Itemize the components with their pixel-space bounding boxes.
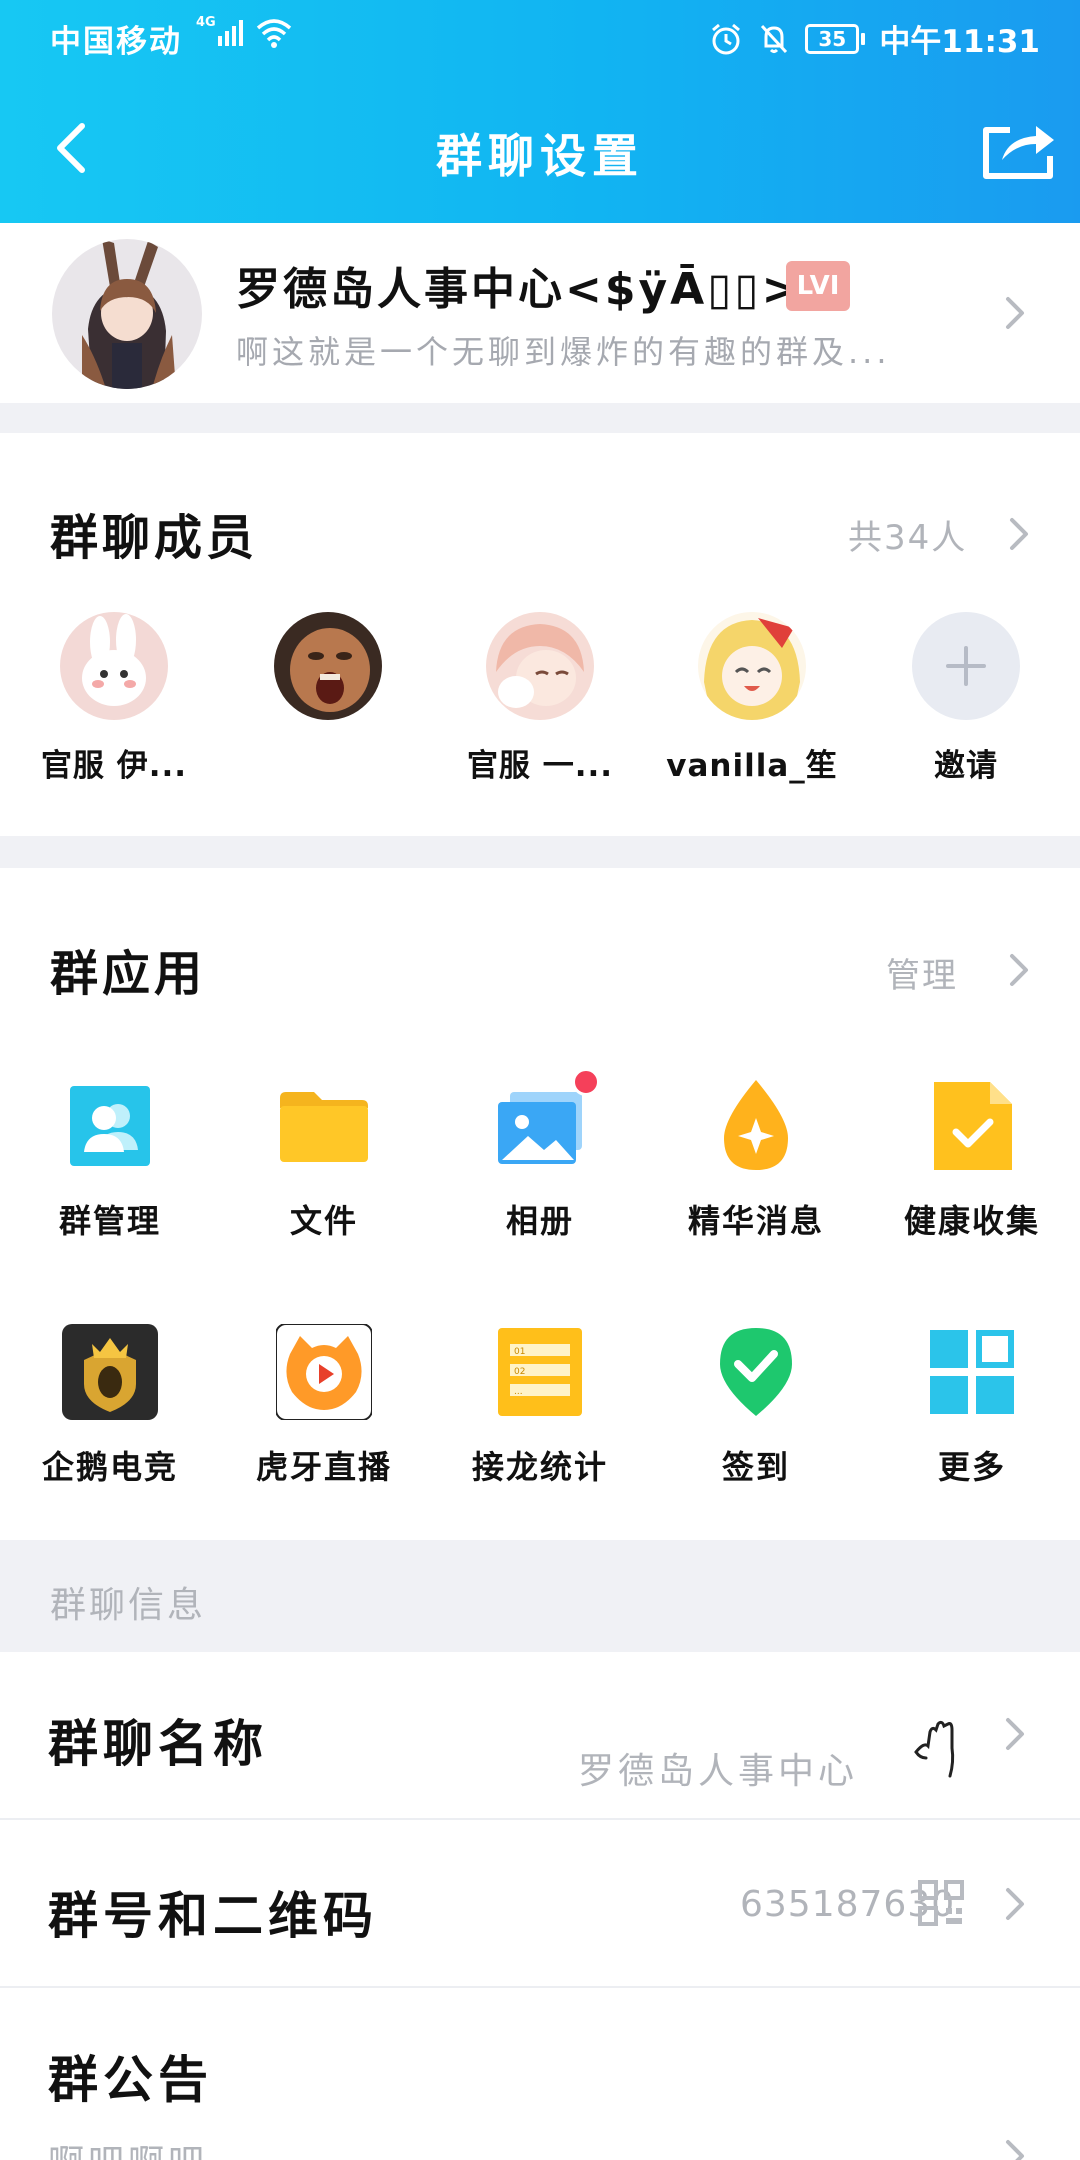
app-relay-stats[interactable]: 01 02 ... 接龙统计	[440, 1324, 640, 1488]
group-avatar[interactable]	[52, 239, 202, 389]
group-profile-card[interactable]: 罗德岛人事中心<$ÿĀ▯▯> LVI 啊这就是一个无聊到爆炸的有趣的群及...	[0, 223, 1080, 403]
chevron-right-icon[interactable]	[1004, 1886, 1026, 1922]
member-avatar[interactable]	[486, 612, 594, 720]
app-album[interactable]: 相册	[440, 1068, 640, 1242]
chevron-right-icon[interactable]	[1004, 1716, 1026, 1752]
relay-stats-icon: 01 02 ...	[492, 1324, 588, 1420]
app-label: 虎牙直播	[255, 1448, 392, 1486]
status-right: 35 中午11:31	[709, 16, 1040, 61]
app-label: 精华消息	[687, 1202, 824, 1240]
app-label: 企鹅电竞	[41, 1448, 178, 1486]
esports-icon	[62, 1324, 158, 1420]
plus-icon	[946, 646, 986, 686]
app-checkin[interactable]: 签到	[656, 1324, 856, 1488]
notification-dot	[572, 1068, 600, 1096]
info-section-title: 群聊信息	[50, 1585, 207, 1626]
member-item[interactable]: 官服 一...	[440, 612, 640, 785]
level-badge: LVI	[786, 261, 850, 311]
status-bar: 中国移动 4G 35 中午11:31	[0, 0, 1080, 72]
group-notice-row[interactable]: 群公告 啊吧啊吧	[0, 1988, 1080, 2160]
app-label: 更多	[937, 1448, 1006, 1486]
group-number-row[interactable]: 群号和二维码 635187630	[0, 1820, 1080, 1988]
chevron-right-icon[interactable]	[1008, 516, 1030, 552]
checkin-icon	[708, 1324, 804, 1420]
divider	[0, 836, 1080, 868]
app-group-manage[interactable]: 群管理	[10, 1078, 210, 1242]
share-icon[interactable]	[980, 116, 1058, 182]
invite-item[interactable]: 邀请	[866, 612, 1066, 785]
group-name: 罗德岛人事中心<$ÿĀ▯▯>	[236, 264, 802, 315]
member-name: 官服 伊...	[40, 748, 188, 784]
nav-bar: 群聊设置	[0, 100, 1080, 200]
mute-bell-icon	[761, 24, 788, 53]
row-label: 群聊名称	[48, 1715, 268, 1773]
app-label: 健康收集	[903, 1202, 1040, 1240]
battery-level: 35	[805, 23, 860, 54]
member-item[interactable]: vanilla_笙	[652, 612, 852, 785]
svg-text:02: 02	[514, 1367, 525, 1377]
essence-drop-icon	[708, 1078, 804, 1174]
network-type: 4G	[196, 15, 216, 30]
app-huya[interactable]: 虎牙直播	[224, 1323, 424, 1488]
member-item[interactable]	[228, 612, 428, 740]
member-name: 官服 一...	[466, 748, 614, 784]
photo-album-icon	[492, 1068, 600, 1174]
app-label: 相册	[505, 1202, 574, 1240]
divider	[0, 403, 1080, 433]
member-name: vanilla_笙	[666, 748, 838, 784]
chevron-right-icon[interactable]	[1004, 295, 1026, 331]
row-value: 罗德岛人事中心	[578, 1751, 859, 1792]
member-avatar[interactable]	[698, 612, 806, 720]
apps-title: 群应用	[50, 946, 207, 1002]
app-label: 群管理	[58, 1202, 161, 1240]
chevron-right-icon[interactable]	[1004, 2138, 1026, 2160]
group-manage-icon	[62, 1078, 158, 1174]
hand-sticker-icon	[914, 1720, 955, 1778]
alarm-icon	[712, 23, 741, 54]
invite-label: 邀请	[934, 748, 998, 784]
app-label: 接龙统计	[471, 1448, 608, 1486]
app-label: 文件	[289, 1202, 358, 1240]
member-avatar[interactable]	[60, 612, 168, 720]
member-avatar[interactable]	[274, 612, 382, 720]
app-more[interactable]: 更多	[872, 1324, 1072, 1488]
folder-icon	[276, 1078, 372, 1174]
member-item[interactable]: 官服 伊...	[14, 612, 214, 785]
manage-link[interactable]: 管理	[886, 948, 958, 997]
app-essence[interactable]: 精华消息	[656, 1078, 856, 1242]
info-section-header: 群聊信息	[0, 1540, 1080, 1652]
huya-icon	[275, 1323, 373, 1421]
health-doc-icon	[924, 1078, 1020, 1174]
notice-preview: 啊吧啊吧	[48, 2134, 208, 2160]
svg-text:...: ...	[514, 1387, 523, 1397]
app-header: 中国移动 4G 35 中午11:31 群聊设置	[0, 0, 1080, 223]
members-title: 群聊成员	[50, 510, 259, 566]
app-health[interactable]: 健康收集	[872, 1078, 1072, 1242]
group-name-row[interactable]: 群聊名称 罗德岛人事中心	[0, 1652, 1080, 1820]
more-grid-icon	[924, 1324, 1020, 1420]
row-label: 群号和二维码	[48, 1887, 378, 1945]
group-description: 啊这就是一个无聊到爆炸的有趣的群及...	[236, 333, 891, 371]
battery-icon: 35	[805, 23, 866, 54]
add-member-button[interactable]	[912, 612, 1020, 720]
member-count[interactable]: 共34人	[848, 510, 967, 559]
page-title: 群聊设置	[436, 129, 644, 183]
app-label: 签到	[721, 1448, 790, 1486]
svg-text:01: 01	[514, 1347, 525, 1357]
carrier-label: 中国移动	[50, 24, 182, 60]
clock: 中午11:31	[879, 24, 1040, 60]
signal-wifi-icon: 4G	[196, 12, 306, 62]
app-esports[interactable]: 企鹅电竞	[10, 1324, 210, 1488]
app-files[interactable]: 文件	[224, 1078, 424, 1242]
row-label: 群公告	[48, 2051, 213, 2109]
qr-code-icon[interactable]	[918, 1880, 964, 1926]
chevron-right-icon[interactable]	[1008, 952, 1030, 988]
